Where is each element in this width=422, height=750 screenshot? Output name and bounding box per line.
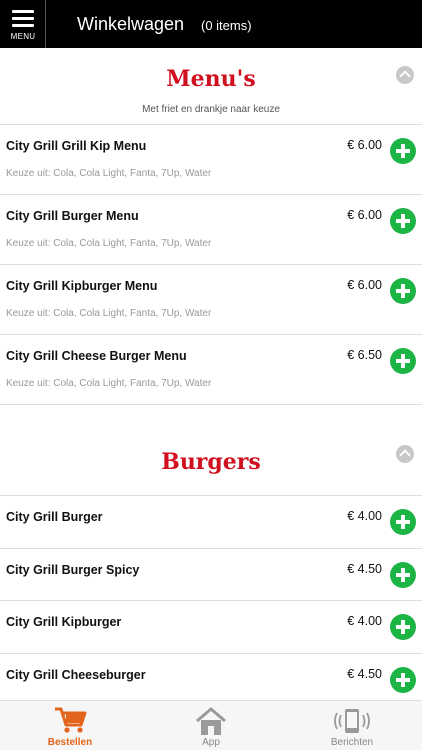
list-item[interactable]: City Grill Burger Menu € 6.00 Keuze uit:…	[0, 194, 422, 264]
list-item[interactable]: City Grill Cheese Burger Menu € 6.50 Keu…	[0, 334, 422, 404]
list-item[interactable]: City Grill Burger Spicy € 4.50	[0, 547, 422, 601]
item-price: € 4.00	[347, 614, 382, 628]
add-plus-icon[interactable]	[390, 666, 416, 693]
phone-vibrate-icon	[334, 709, 370, 733]
add-plus-icon[interactable]	[390, 614, 416, 640]
item-price: € 6.00	[347, 138, 382, 152]
item-description: Keuze uit: Cola, Cola Light, Fanta, 7Up,…	[6, 168, 212, 179]
item-name: City Grill Kipburger	[6, 615, 122, 629]
menu-button[interactable]: MENU	[0, 0, 46, 48]
section-header-menus: Menu's Met friet en drankje naar keuze	[0, 48, 422, 124]
item-name: City Grill Grill Kip Menu	[6, 139, 147, 153]
tab-app[interactable]: App	[141, 701, 281, 750]
cart-icon	[55, 707, 87, 733]
tab-label: Bestellen	[47, 737, 93, 748]
list-item[interactable]: City Grill Grill Kip Menu € 6.00 Keuze u…	[0, 124, 422, 194]
cart-title[interactable]: Winkelwagen	[77, 14, 184, 35]
menu-label: MENU	[10, 32, 36, 41]
cart-item-count[interactable]: (0 items)	[201, 18, 252, 33]
item-price: € 4.50	[347, 561, 382, 576]
collapse-chevron-up-icon[interactable]	[396, 66, 414, 84]
list-item[interactable]: City Grill Kipburger € 4.00	[0, 600, 422, 653]
tab-label: Berichten	[330, 737, 374, 748]
tab-bestellen[interactable]: Bestellen	[0, 701, 140, 750]
item-price: € 4.00	[347, 509, 382, 523]
section-header-burgers: Burgers	[0, 419, 422, 495]
list-item[interactable]: City Grill Burger € 4.00	[0, 495, 422, 548]
add-plus-icon[interactable]	[390, 561, 416, 588]
list-item[interactable]: City Grill Kipburger Menu € 6.00 Keuze u…	[0, 264, 422, 334]
home-icon	[196, 707, 226, 735]
item-price: € 6.50	[347, 348, 382, 362]
item-description: Keuze uit: Cola, Cola Light, Fanta, 7Up,…	[6, 238, 212, 249]
item-price: € 6.00	[347, 278, 382, 292]
item-name: City Grill Burger Menu	[6, 209, 139, 223]
hamburger-icon	[12, 10, 34, 31]
item-description: Keuze uit: Cola, Cola Light, Fanta, 7Up,…	[6, 308, 212, 319]
item-description: Keuze uit: Cola, Cola Light, Fanta, 7Up,…	[6, 378, 212, 389]
add-plus-icon[interactable]	[390, 138, 416, 164]
item-name: City Grill Burger	[6, 510, 103, 524]
item-price: € 6.00	[347, 208, 382, 222]
add-plus-icon[interactable]	[390, 208, 416, 234]
item-name: City Grill Cheeseburger	[6, 667, 146, 682]
collapse-chevron-up-icon[interactable]	[396, 445, 414, 463]
bottom-tab-bar: Bestellen App Berichten	[0, 700, 422, 750]
list-item[interactable]: City Grill Cheeseburger € 4.50	[0, 652, 422, 701]
item-name: City Grill Burger Spicy	[6, 562, 140, 577]
item-name: City Grill Cheese Burger Menu	[6, 349, 187, 363]
tab-label: App	[202, 737, 220, 748]
section-title: Burgers	[161, 449, 261, 475]
product-list[interactable]: Menu's Met friet en drankje naar keuze C…	[0, 48, 422, 700]
item-name: City Grill Kipburger Menu	[6, 279, 158, 293]
add-plus-icon[interactable]	[390, 509, 416, 535]
tab-berichten[interactable]: Berichten	[282, 701, 422, 750]
section-title: Menu's	[166, 66, 256, 92]
section-subtitle: Met friet en drankje naar keuze	[142, 104, 280, 115]
top-bar: MENU Winkelwagen (0 items)	[0, 0, 422, 48]
add-plus-icon[interactable]	[390, 278, 416, 304]
item-price: € 4.50	[347, 666, 382, 681]
add-plus-icon[interactable]	[390, 348, 416, 374]
